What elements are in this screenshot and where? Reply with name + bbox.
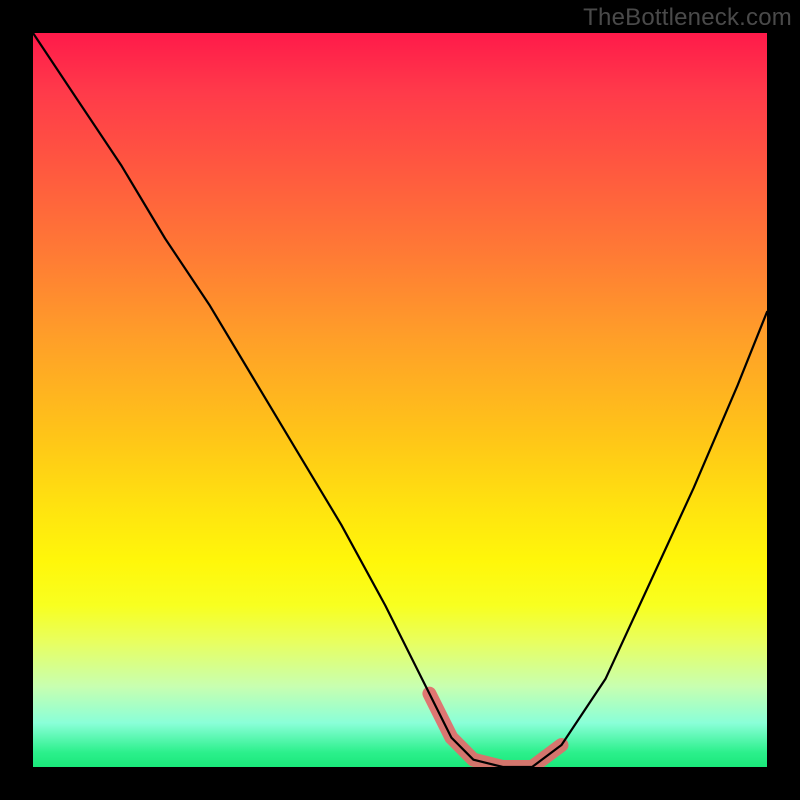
- bottleneck-curve: [33, 33, 767, 767]
- watermark-text: TheBottleneck.com: [583, 4, 792, 32]
- chart-container: TheBottleneck.com: [0, 0, 800, 800]
- curve-layer: [33, 33, 767, 767]
- optimal-zone-highlight: [429, 694, 561, 767]
- plot-area: [33, 33, 767, 767]
